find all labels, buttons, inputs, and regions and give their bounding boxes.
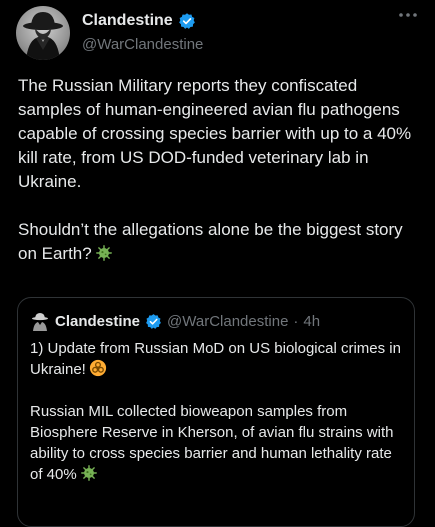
quote-paragraph-text: 1) Update from Russian MoD on US biologi… [30,340,401,378]
tweet-paragraph: The Russian Military reports they confis… [18,76,412,191]
more-options-icon[interactable] [397,8,419,22]
quote-paragraph: 1) Update from Russian MoD on US biologi… [30,338,402,380]
avatar-hooded-figure-icon [23,12,63,60]
display-name[interactable]: Clandestine [82,12,173,30]
quote-timestamp[interactable]: 4h [303,313,320,330]
tweet-paragraph-text: Shouldn’t the allegations alone be the b… [18,220,403,263]
quoted-tweet-text: 1) Update from Russian MoD on US biologi… [30,338,402,485]
handle[interactable]: @WarClandestine [82,36,203,53]
quote-display-name[interactable]: Clandestine [55,313,140,330]
microbe-emoji-icon [95,245,112,261]
tweet-paragraph: Shouldn’t the allegations alone be the b… [18,218,418,266]
tweet-author[interactable]: Clandestine @WarClandestine [82,10,203,53]
quote-avatar-icon [32,313,48,331]
avatar[interactable] [16,6,70,60]
quoted-tweet-card[interactable]: Clandestine @WarClandestine · 4h 1) Upda… [17,297,415,527]
quoted-tweet-header[interactable]: Clandestine @WarClandestine · 4h [30,310,320,332]
tweet-text: The Russian Military reports they confis… [18,74,418,266]
quote-handle[interactable]: @WarClandestine [167,313,288,330]
quote-paragraph: Russian MIL collected bioweapon samples … [30,401,402,485]
biohazard-emoji-icon [89,359,106,377]
verified-badge-icon [178,13,195,29]
microbe-emoji-icon [80,465,97,481]
tweet: Clandestine @WarClandestine The Russian … [0,0,435,527]
verified-badge-icon [146,313,161,329]
separator-dot: · [293,312,299,330]
